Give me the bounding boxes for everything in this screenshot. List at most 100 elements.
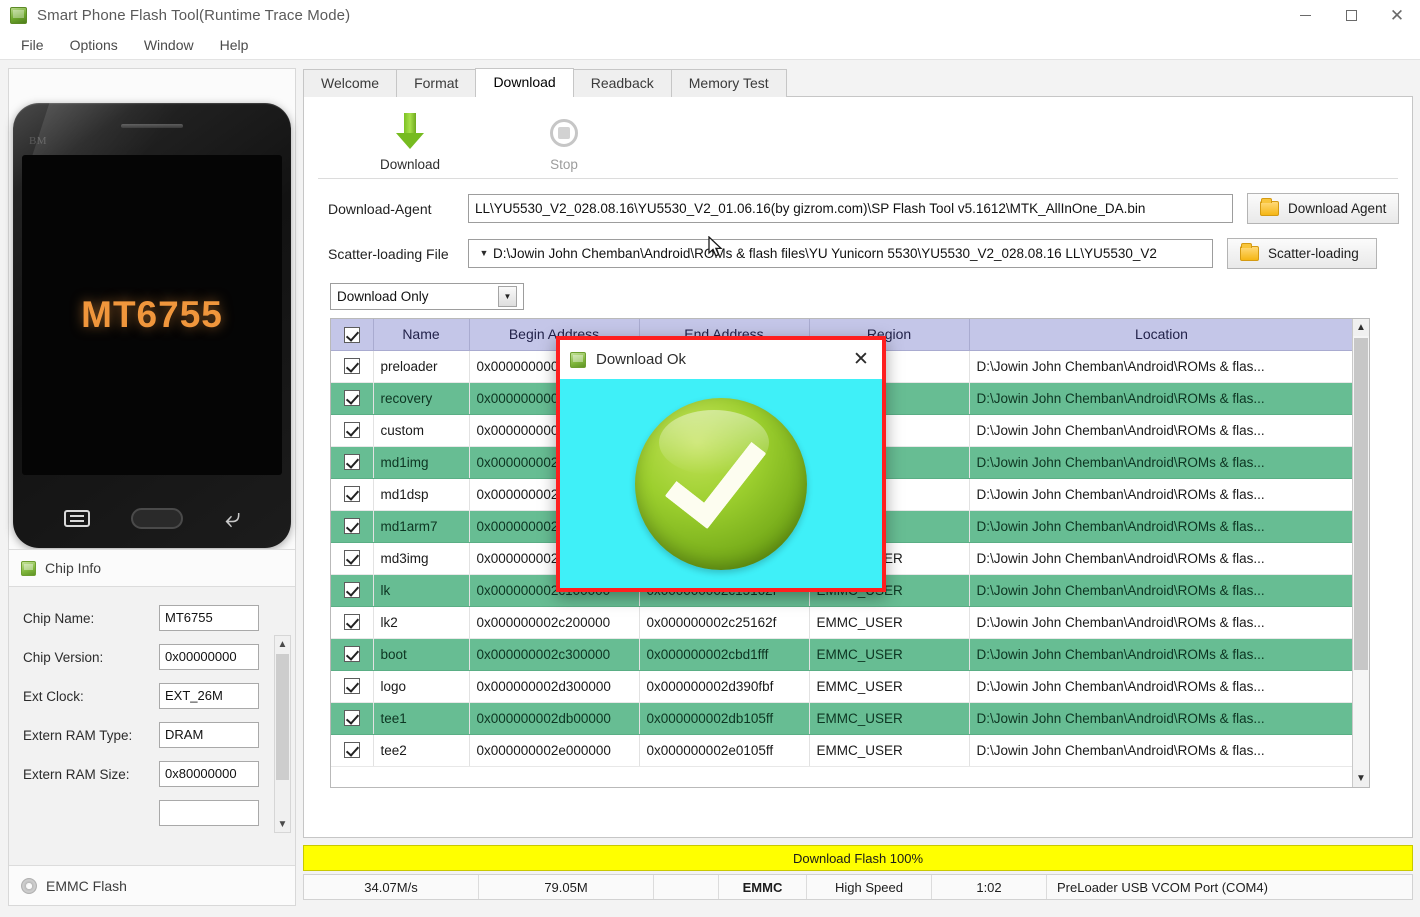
maximize-button[interactable] (1328, 0, 1374, 30)
row-checkbox[interactable] (343, 550, 360, 567)
row-checkbox-cell[interactable] (331, 574, 374, 607)
scroll-thumb[interactable] (1354, 338, 1368, 670)
table-row[interactable]: logo 0x000000002d300000 0x000000002d390fbf… (331, 670, 1355, 703)
table-row[interactable]: tee1 0x000000002db00000 0x000000002db105ff… (331, 702, 1355, 735)
cell-begin-address: 0x000000002d300000 (469, 670, 640, 703)
row-checkbox[interactable] (343, 614, 360, 631)
stop-button[interactable]: Stop (510, 111, 618, 172)
column-header-location[interactable]: Location (969, 319, 1355, 351)
cell-begin-address: 0x000000002db00000 (469, 702, 640, 735)
success-check-icon (635, 397, 807, 570)
scatter-loading-browse-button[interactable]: Scatter-loading (1227, 238, 1377, 269)
chip-info-body: Chip Name: MT6755 Chip Version: 0x000000… (9, 587, 295, 867)
extern-ram-size-field[interactable]: 0x80000000 (159, 761, 259, 787)
scroll-down-icon[interactable]: ▼ (1353, 770, 1369, 787)
menu-file[interactable]: File (8, 33, 57, 57)
dialog-title: Download Ok (596, 351, 687, 368)
cell-location: D:\Jowin John Chemban\Android\ROMs & fla… (969, 638, 1355, 671)
title-bar: Smart Phone Flash Tool(Runtime Trace Mod… (0, 0, 1420, 30)
row-checkbox[interactable] (343, 422, 360, 439)
scatter-loading-input[interactable]: D:\Jowin John Chemban\Android\ROMs & fla… (468, 239, 1213, 268)
select-all-header[interactable] (331, 319, 374, 351)
row-checkbox-cell[interactable] (331, 478, 374, 511)
menu-bar: File Options Window Help (0, 30, 1420, 60)
close-button[interactable]: ✕ (1374, 0, 1420, 30)
home-icon (131, 507, 184, 529)
row-checkbox-cell[interactable] (331, 446, 374, 479)
download-button[interactable]: Download (356, 111, 464, 172)
chip-info-extra-field[interactable] (159, 800, 259, 826)
app-icon (10, 6, 27, 24)
tab-strip: Welcome Format Download Readback Memory … (303, 68, 1413, 97)
scroll-down-icon[interactable]: ▼ (275, 816, 290, 832)
scatter-loading-button-label: Scatter-loading (1268, 246, 1359, 261)
chip-name-display: MT6755 (81, 294, 223, 335)
download-mode-select[interactable]: Download Only ▼ (330, 283, 524, 310)
tab-memory-test[interactable]: Memory Test (670, 69, 787, 97)
tab-readback[interactable]: Readback (572, 69, 672, 97)
chip-name-field[interactable]: MT6755 (159, 605, 259, 631)
row-checkbox[interactable] (343, 518, 360, 535)
row-checkbox[interactable] (343, 390, 360, 407)
row-checkbox[interactable] (343, 582, 360, 599)
tab-format[interactable]: Format (396, 69, 477, 97)
row-checkbox[interactable] (343, 454, 360, 471)
row-checkbox[interactable] (343, 646, 360, 663)
menu-help[interactable]: Help (207, 33, 262, 57)
cell-name: md1img (373, 446, 470, 479)
row-checkbox[interactable] (343, 486, 360, 503)
scroll-thumb[interactable] (276, 654, 289, 780)
status-bar: 34.07M/s 79.05M EMMC High Speed 1:02 Pre… (303, 874, 1413, 900)
row-checkbox-cell[interactable] (331, 606, 374, 639)
emmc-flash-header[interactable]: EMMC Flash (9, 865, 295, 905)
left-panel: BM MT6755 ⤷ Chip Info Chip Name: MT6755 (8, 68, 296, 906)
chip-info-scrollbar[interactable]: ▲ ▼ (274, 635, 291, 833)
row-checkbox-cell[interactable] (331, 638, 374, 671)
cell-region: EMMC_USER (809, 702, 970, 735)
row-checkbox[interactable] (343, 742, 360, 759)
menu-options[interactable]: Options (57, 33, 131, 57)
row-checkbox[interactable] (343, 710, 360, 727)
chip-info-header[interactable]: Chip Info (9, 549, 295, 587)
row-checkbox[interactable] (343, 358, 360, 375)
emmc-flash-title: EMMC Flash (46, 877, 127, 894)
row-checkbox-cell[interactable] (331, 382, 374, 415)
stop-icon (510, 111, 618, 155)
row-checkbox-cell[interactable] (331, 734, 374, 767)
scroll-up-icon[interactable]: ▲ (275, 636, 290, 652)
row-checkbox-cell[interactable] (331, 414, 374, 447)
row-checkbox-cell[interactable] (331, 510, 374, 543)
scroll-up-icon[interactable]: ▲ (1353, 319, 1369, 336)
table-scrollbar[interactable]: ▲ ▼ (1352, 319, 1369, 787)
row-checkbox-cell[interactable] (331, 670, 374, 703)
extern-ram-type-field[interactable]: DRAM (159, 722, 259, 748)
dialog-close-button[interactable]: ✕ (846, 345, 876, 375)
chevron-down-icon[interactable]: ▼ (475, 240, 493, 267)
select-all-checkbox[interactable] (343, 326, 360, 343)
dialog-body (560, 379, 882, 588)
download-agent-input[interactable]: LL\YU5530_V2_028.08.16\YU5530_V2_01.06.1… (468, 194, 1233, 223)
tab-download[interactable]: Download (475, 68, 574, 97)
cell-location: D:\Jowin John Chemban\Android\ROMs & fla… (969, 734, 1355, 767)
download-agent-browse-button[interactable]: Download Agent (1247, 193, 1400, 224)
chevron-down-icon[interactable]: ▼ (498, 286, 517, 307)
tab-welcome[interactable]: Welcome (303, 69, 398, 97)
chip-version-field[interactable]: 0x00000000 (159, 644, 259, 670)
table-row[interactable]: boot 0x000000002c300000 0x000000002cbd1fff… (331, 638, 1355, 671)
table-row[interactable]: tee2 0x000000002e000000 0x000000002e0105ff… (331, 734, 1355, 767)
cell-name: preloader (373, 350, 470, 383)
table-row[interactable]: lk2 0x000000002c200000 0x000000002c25162f E… (331, 606, 1355, 639)
minimize-button[interactable] (1282, 0, 1328, 30)
row-checkbox-cell[interactable] (331, 350, 374, 383)
device-preview: BM MT6755 ⤷ (9, 69, 295, 549)
cell-name: lk (373, 574, 470, 607)
menu-window[interactable]: Window (131, 33, 207, 57)
ext-clock-field[interactable]: EXT_26M (159, 683, 259, 709)
row-checkbox-cell[interactable] (331, 542, 374, 575)
row-checkbox[interactable] (343, 678, 360, 695)
cell-name: md1arm7 (373, 510, 470, 543)
back-arrow-icon: ⤷ (224, 502, 241, 533)
row-checkbox-cell[interactable] (331, 702, 374, 735)
cell-location: D:\Jowin John Chemban\Android\ROMs & fla… (969, 606, 1355, 639)
column-header-name[interactable]: Name (373, 319, 470, 351)
